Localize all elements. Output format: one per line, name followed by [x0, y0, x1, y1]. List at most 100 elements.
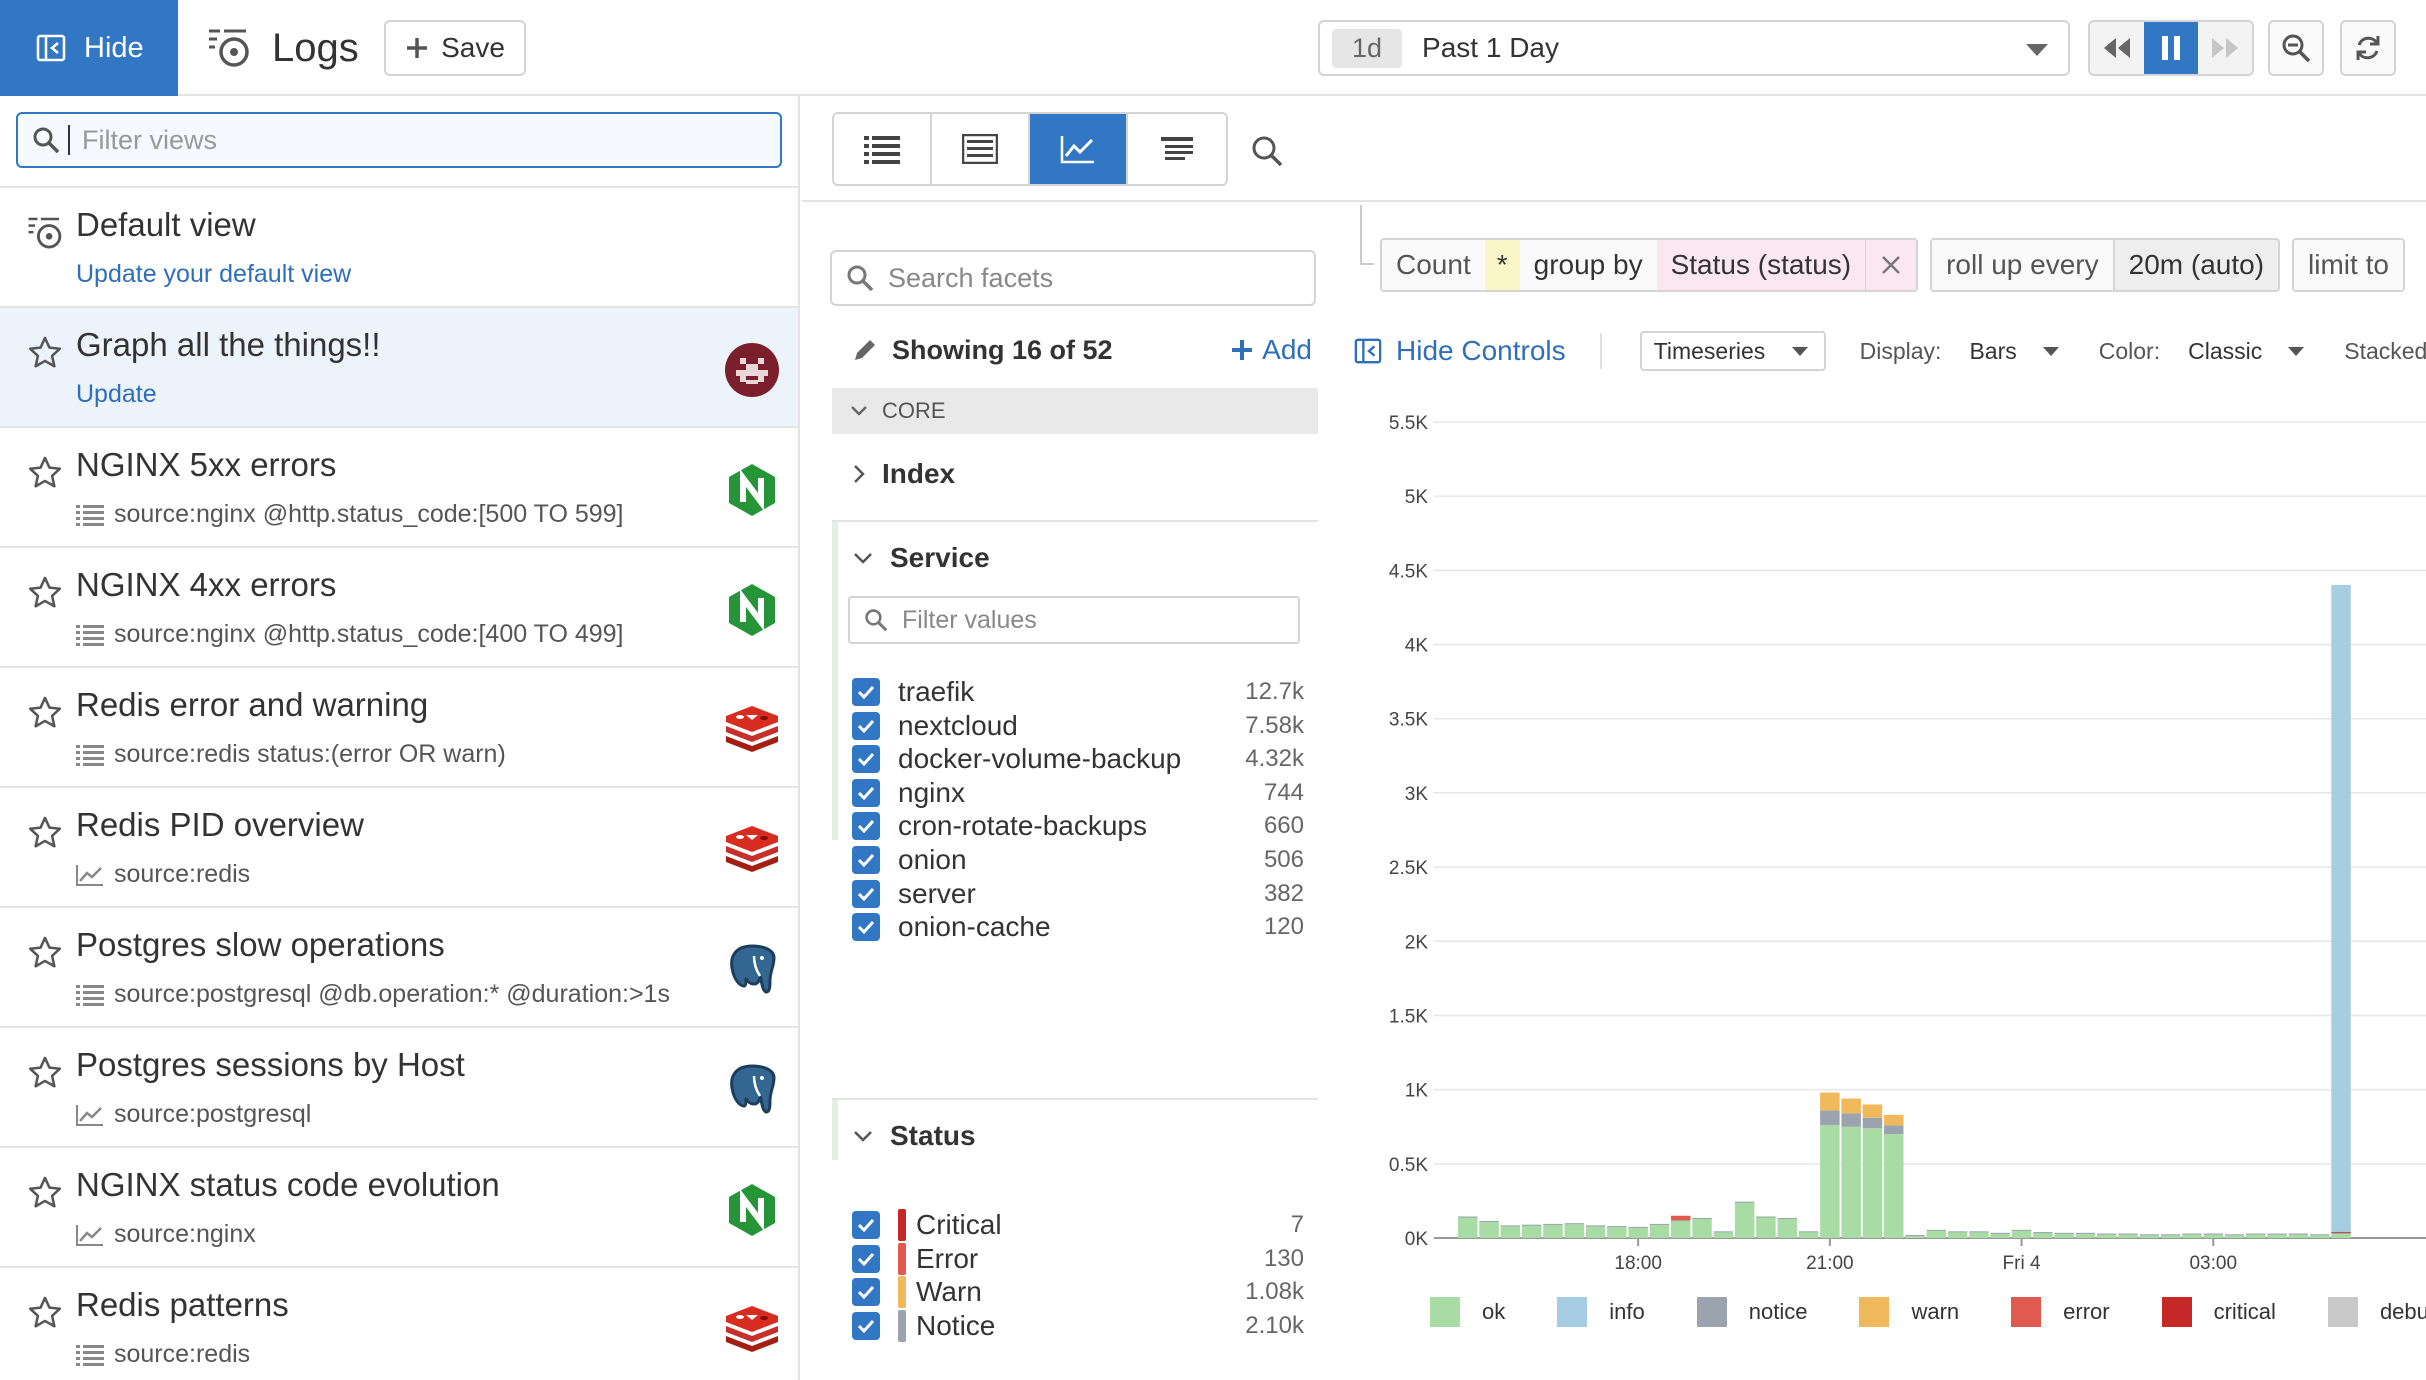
saved-view-item[interactable]: NGINX 5xx errors source:nginx @http.statu…: [0, 426, 798, 546]
star-icon[interactable]: [26, 574, 64, 612]
aggregation-count[interactable]: Count: [1382, 240, 1485, 290]
core-section-header[interactable]: CORE: [832, 388, 1318, 434]
chart-bar-warn: [1820, 1092, 1840, 1111]
legend-item[interactable]: notice: [1696, 1297, 1807, 1327]
checkbox-checked[interactable]: [852, 778, 880, 807]
legend-item[interactable]: debug: [2327, 1297, 2426, 1327]
saved-view-item[interactable]: Postgres slow operations source:postgresq…: [0, 906, 798, 1026]
filter-views-input[interactable]: Filter views: [16, 112, 782, 168]
saved-view-subtitle[interactable]: Update your default view: [76, 260, 351, 289]
chart-bar-ok: [2118, 1234, 2138, 1238]
checkbox-checked[interactable]: [852, 1278, 880, 1307]
legend-item[interactable]: warn: [1859, 1297, 1959, 1327]
checkbox-checked[interactable]: [852, 846, 880, 874]
refresh-button[interactable]: [2340, 20, 2396, 76]
star-icon[interactable]: [26, 1294, 64, 1332]
time-range-select[interactable]: 1d Past 1 Day: [1318, 20, 2070, 76]
rewind-button[interactable]: [2090, 22, 2144, 74]
legend-label: info: [1609, 1299, 1645, 1324]
legend-item[interactable]: critical: [2161, 1297, 2276, 1327]
remove-group-button[interactable]: [1865, 240, 1917, 290]
saved-view-item[interactable]: Default view Update your default view: [0, 186, 798, 306]
fast-forward-button[interactable]: [2198, 22, 2252, 74]
display-select[interactable]: Bars: [1969, 338, 2059, 365]
aggregation-chip[interactable]: Count * group by Status (status): [1380, 238, 1919, 292]
chart-bar-ok: [1564, 1223, 1584, 1238]
facet-value-name: Notice: [916, 1309, 996, 1341]
color-select[interactable]: Classic: [2188, 338, 2305, 365]
add-facet-button[interactable]: Add: [1230, 334, 1312, 366]
nginx-logo-icon: [724, 582, 780, 638]
saved-view-query: source:postgresql: [114, 1100, 312, 1128]
search-logs-button[interactable]: [1250, 134, 1284, 168]
saved-view-item[interactable]: NGINX status code evolution source:nginx: [0, 1146, 798, 1266]
checkbox-checked[interactable]: [852, 1244, 880, 1273]
search-facets-input[interactable]: Search facets: [830, 250, 1316, 306]
chart-bar-ok: [2182, 1234, 2202, 1238]
facet-status-header[interactable]: Status: [852, 1120, 976, 1152]
facet-service-header[interactable]: Service: [852, 542, 990, 574]
chart-bar-ok: [2203, 1234, 2223, 1238]
visualization-select[interactable]: Timeseries: [1639, 331, 1826, 371]
y-tick-label: 0K: [1405, 1229, 1429, 1250]
star-icon[interactable]: [26, 1054, 64, 1092]
rollup-value[interactable]: 20m (auto): [2112, 240, 2279, 290]
saved-view-subtitle: source:redis: [76, 860, 250, 889]
star-icon[interactable]: [26, 1174, 64, 1212]
hide-sidebar-button[interactable]: Hide: [0, 0, 178, 96]
limit-chip[interactable]: limit to: [2292, 238, 2405, 292]
star-icon[interactable]: [26, 454, 64, 492]
facet-index-header[interactable]: Index: [852, 458, 955, 490]
tab-timeseries-view[interactable]: [1030, 114, 1128, 184]
chart-bar-notice: [1841, 1113, 1861, 1127]
visualization-value: Timeseries: [1653, 337, 1766, 364]
facet-value-row[interactable]: Notice 2.10k: [852, 1306, 1304, 1346]
checkbox-checked[interactable]: [852, 711, 880, 740]
pencil-icon[interactable]: [852, 337, 878, 363]
chart-bar-notice: [1777, 1217, 1797, 1219]
saved-view-item[interactable]: NGINX 4xx errors source:nginx @http.statu…: [0, 546, 798, 666]
saved-view-item[interactable]: Redis error and warning source:redis stat…: [0, 666, 798, 786]
tab-patterns-view[interactable]: [1128, 114, 1226, 184]
star-icon[interactable]: [26, 694, 64, 732]
hide-controls-button[interactable]: Hide Controls: [1354, 335, 1566, 367]
patterns-icon: [1161, 137, 1193, 160]
checkbox-checked[interactable]: [852, 1211, 880, 1239]
chart-bar-ok: [1458, 1217, 1478, 1238]
facet-value-name: Error: [916, 1242, 979, 1274]
checkbox-checked[interactable]: [852, 913, 880, 942]
star-icon[interactable]: [26, 814, 64, 852]
saved-view-title: Redis PID overview: [76, 806, 364, 843]
checkbox-checked[interactable]: [852, 745, 880, 774]
saved-view-item[interactable]: Redis PID overview source:redis: [0, 786, 798, 906]
star-icon[interactable]: [26, 334, 64, 372]
tab-table-view[interactable]: [932, 114, 1030, 184]
group-by-label: group by: [1519, 240, 1657, 290]
tab-list-view[interactable]: [834, 114, 932, 184]
aggregation-field[interactable]: *: [1484, 240, 1520, 290]
checkbox-checked[interactable]: [852, 879, 880, 908]
checkbox-checked[interactable]: [852, 1311, 880, 1340]
checkbox-checked[interactable]: [852, 812, 880, 841]
status-group-accent: [832, 1100, 838, 1160]
chart-bar-notice: [2160, 1234, 2181, 1236]
legend-item[interactable]: error: [2011, 1297, 2110, 1327]
legend-item[interactable]: ok: [1430, 1297, 1505, 1327]
saved-view-item[interactable]: Postgres sessions by Host source:postgres…: [0, 1026, 798, 1146]
pause-button[interactable]: [2144, 22, 2198, 74]
divider: [1599, 333, 1602, 369]
zoom-out-button[interactable]: [2268, 20, 2324, 76]
saved-view-item[interactable]: Redis patterns source:redis: [0, 1266, 798, 1380]
save-view-button[interactable]: Save: [384, 20, 526, 76]
checkbox-checked[interactable]: [852, 678, 880, 706]
legend-item[interactable]: info: [1557, 1297, 1645, 1327]
facet-value-row[interactable]: onion-cache 120: [852, 907, 1304, 947]
rollup-chip[interactable]: roll up every 20m (auto): [1930, 238, 2281, 292]
filter-values-input[interactable]: Filter values: [848, 596, 1300, 644]
group-by-value[interactable]: Status (status): [1656, 240, 1866, 290]
star-icon[interactable]: [26, 934, 64, 972]
saved-view-item[interactable]: Graph all the things!! Update: [0, 306, 798, 426]
stacked-toggle[interactable]: Stacked: [2344, 338, 2426, 365]
rewind-icon: [2104, 38, 2130, 58]
saved-view-subtitle[interactable]: Update: [76, 380, 157, 409]
